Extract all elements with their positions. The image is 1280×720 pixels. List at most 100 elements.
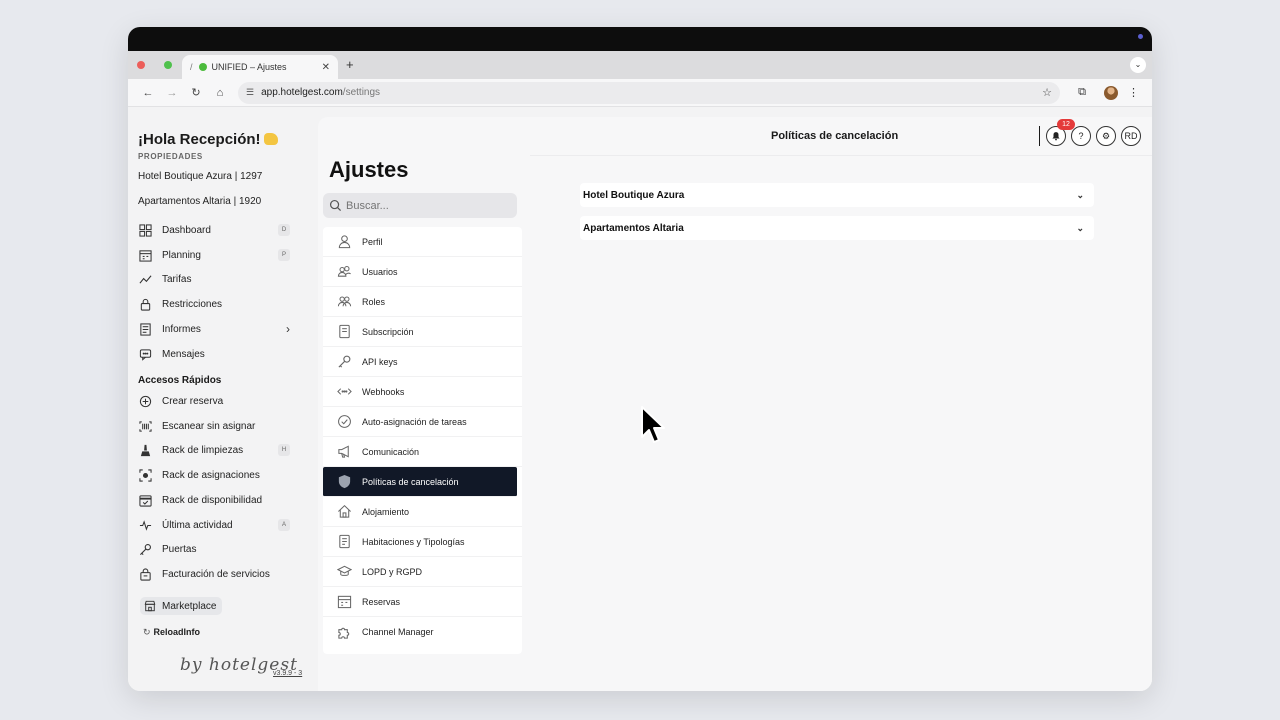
quick-item-puertas[interactable]: Puertas	[138, 540, 290, 558]
quick-item-label: Rack de asignaciones	[162, 469, 260, 481]
search-input[interactable]	[346, 199, 506, 212]
quick-item-label: Facturación de servicios	[162, 568, 270, 580]
forward-icon[interactable]: →	[160, 87, 184, 99]
quick-item-rack-asignaciones[interactable]: Rack de asignaciones	[138, 466, 290, 484]
document-icon	[335, 533, 353, 551]
settings-item-reservas[interactable]: Reservas	[323, 587, 522, 617]
sidebar-item-tarifas[interactable]: Tarifas	[138, 270, 290, 288]
marketplace-button[interactable]: Marketplace	[140, 597, 222, 615]
tab-title: UNIFIED – Ajustes	[211, 62, 287, 72]
sidebar-item-mensajes[interactable]: Mensajes	[138, 345, 290, 363]
accordion-apartamentos-altaria[interactable]: Apartamentos Altaria ⌄	[580, 216, 1094, 240]
quick-item-rack-limpiezas[interactable]: Rack de limpiezas H	[138, 441, 290, 459]
home-icon[interactable]: ⌂	[208, 87, 232, 99]
property-item[interactable]: Hotel Boutique Azura | 1297	[138, 171, 262, 182]
back-icon[interactable]: ←	[136, 87, 160, 99]
close-tab-icon[interactable]: ✕	[322, 62, 330, 73]
settings-item-perfil[interactable]: Perfil	[323, 227, 522, 257]
close-window-button[interactable]	[137, 61, 145, 69]
refresh-icon: ↻	[143, 627, 151, 637]
lock-icon	[138, 297, 152, 311]
grid-icon	[138, 223, 152, 237]
reload-info-button[interactable]: ↻ ReloadInfo	[143, 627, 200, 638]
settings-item-auto-asignacion[interactable]: Auto-asignación de tareas	[323, 407, 522, 437]
chevron-right-icon[interactable]: ›	[286, 322, 290, 336]
user-initials: RD	[1124, 131, 1138, 141]
settings-item-habitaciones[interactable]: Habitaciones y Tipologías	[323, 527, 522, 557]
url-input[interactable]: ☰ app.hotelgest.com/settings ☆	[238, 81, 1060, 104]
help-button[interactable]: ?	[1071, 126, 1091, 146]
shortcut-badge: H	[278, 444, 290, 456]
settings-title: Ajustes	[329, 157, 409, 182]
sidebar-item-restricciones[interactable]: Restricciones	[138, 295, 290, 313]
mouse-cursor-icon	[641, 406, 665, 443]
tab-search-button[interactable]: ⌄	[1130, 57, 1146, 73]
quick-item-ultima-actividad[interactable]: Última actividad A	[138, 516, 290, 534]
settings-item-usuarios[interactable]: Usuarios	[323, 257, 522, 287]
bookmark-star-icon[interactable]: ☆	[1042, 86, 1052, 99]
sidebar-item-dashboard[interactable]: Dashboard D	[138, 221, 290, 239]
document-icon	[335, 323, 353, 341]
accordion-hotel-boutique-azura[interactable]: Hotel Boutique Azura ⌄	[580, 183, 1094, 207]
quick-item-crear-reserva[interactable]: Crear reserva	[138, 392, 290, 410]
settings-item-api-keys[interactable]: API keys	[323, 347, 522, 377]
property-item[interactable]: Apartamentos Altaria | 1920	[138, 196, 261, 207]
sidebar-item-planning[interactable]: Planning P	[138, 246, 290, 264]
settings-item-channel-manager[interactable]: Channel Manager	[323, 617, 522, 647]
accordion-title: Hotel Boutique Azura	[583, 189, 685, 201]
settings-item-alojamiento[interactable]: Alojamiento	[323, 497, 522, 527]
settings-item-lopd[interactable]: LOPD y RGPD	[323, 557, 522, 587]
quick-item-facturacion[interactable]: Facturación de servicios	[138, 565, 290, 583]
shortcut-badge: A	[278, 519, 290, 531]
browser-menu-icon[interactable]: ⋮	[1128, 86, 1139, 99]
screen-top-bar	[128, 27, 1152, 51]
settings-item-webhooks[interactable]: Webhooks	[323, 377, 522, 407]
reload-info-label: ReloadInfo	[153, 627, 201, 637]
app-root: ¡Hola Recepción! PROPIEDADES Hotel Bouti…	[128, 107, 1152, 691]
site-settings-icon[interactable]: ☰	[246, 87, 254, 98]
settings-item-comunicacion[interactable]: Comunicación	[323, 437, 522, 467]
quick-access-title: Accesos Rápidos	[138, 375, 222, 386]
settings-item-label: Perfil	[362, 236, 383, 247]
quick-item-label: Puertas	[162, 543, 197, 555]
reload-icon[interactable]: ↻	[184, 86, 208, 99]
pinned-tab-icon: /	[190, 62, 193, 72]
settings-item-label: Alojamiento	[362, 506, 410, 517]
webhook-icon	[335, 383, 353, 401]
chat-icon	[138, 347, 152, 361]
url-path: /settings	[342, 87, 381, 98]
sidebar-item-label: Informes	[162, 323, 201, 335]
help-icon: ?	[1078, 131, 1084, 141]
marketplace-label: Marketplace	[162, 600, 217, 612]
settings-item-subscripcion[interactable]: Subscripción	[323, 317, 522, 347]
extensions-icon[interactable]: ⧉	[1074, 86, 1090, 99]
browser-tab[interactable]: / UNIFIED – Ajustes ✕	[182, 55, 338, 79]
broom-icon	[138, 443, 152, 457]
settings-item-label: Subscripción	[362, 326, 414, 337]
report-icon	[138, 322, 152, 336]
settings-item-politicas-cancelacion[interactable]: Políticas de cancelación	[323, 467, 517, 497]
shield-icon	[335, 473, 353, 491]
maximize-window-button[interactable]	[164, 61, 172, 69]
quick-item-label: Rack de limpiezas	[162, 444, 244, 456]
waving-hand-icon	[263, 133, 278, 145]
url-host: app.hotelgest.com	[261, 87, 343, 98]
address-bar: ← → ↻ ⌂ ☰ app.hotelgest.com/settings ☆ ⧉…	[128, 79, 1152, 107]
browser-window: / UNIFIED – Ajustes ✕ + ⌄ ← → ↻ ⌂ ☰ app.…	[128, 27, 1152, 691]
profile-avatar[interactable]	[1104, 85, 1118, 100]
settings-search[interactable]	[323, 193, 517, 218]
settings-item-label: Roles	[362, 296, 386, 307]
bag-icon	[138, 567, 152, 581]
quick-item-rack-disponibilidad[interactable]: Rack de disponibilidad	[138, 491, 290, 509]
user-menu-button[interactable]: RD	[1121, 126, 1141, 146]
settings-button[interactable]: ⚙	[1096, 126, 1116, 146]
header-divider-line	[530, 155, 1152, 156]
settings-item-roles[interactable]: Roles	[323, 287, 522, 317]
quick-item-escanear[interactable]: Escanear sin asignar	[138, 417, 290, 435]
sidebar-item-informes[interactable]: Informes ›	[138, 320, 290, 338]
new-tab-button[interactable]: +	[346, 57, 354, 72]
users-icon	[335, 263, 353, 281]
shortcut-badge: D	[278, 224, 290, 236]
left-sidebar: ¡Hola Recepción! PROPIEDADES Hotel Bouti…	[128, 107, 314, 691]
version-link[interactable]: v3.9.9 - 3	[273, 670, 302, 677]
